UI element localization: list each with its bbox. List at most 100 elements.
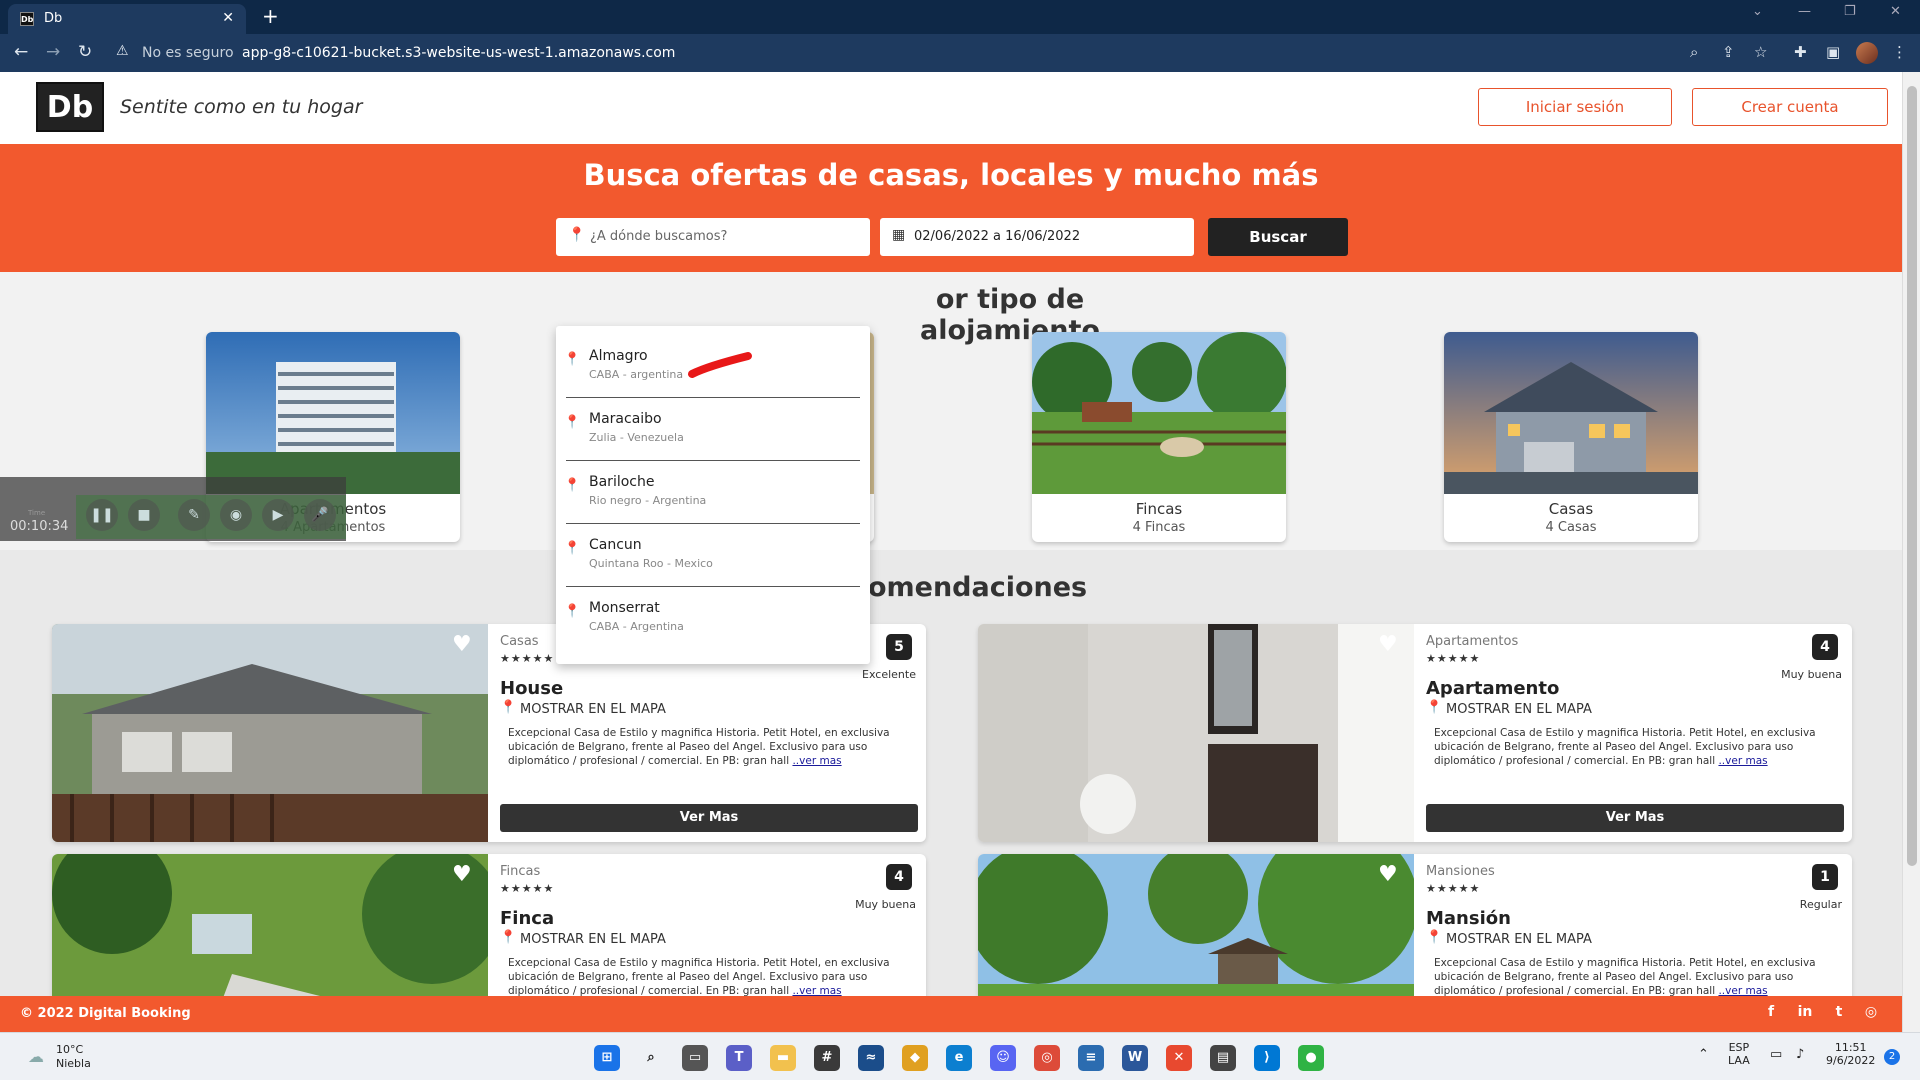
new-tab-icon[interactable]: + [262, 4, 279, 28]
notification-badge[interactable]: 2 [1884, 1049, 1900, 1065]
login-button[interactable]: Iniciar sesión [1478, 88, 1672, 126]
start-icon[interactable]: ⊞ [594, 1045, 620, 1071]
restore-icon[interactable]: ❐ [1844, 4, 1856, 19]
favorite-heart-icon[interactable]: ♥ [452, 862, 472, 887]
back-icon[interactable]: ← [14, 42, 28, 62]
camera-icon[interactable]: ◉ [220, 499, 252, 531]
weather-condition: Niebla [56, 1057, 91, 1070]
minimize-icon[interactable]: — [1798, 4, 1811, 19]
zoom-icon[interactable]: ⌕ [1690, 43, 1698, 61]
discord-icon[interactable]: ☺ [990, 1045, 1016, 1071]
file-explorer-icon[interactable]: ▬ [770, 1045, 796, 1071]
video-icon[interactable]: ▶ [262, 499, 294, 531]
show-map-link[interactable]: MOSTRAR EN EL MAPA [1446, 932, 1592, 947]
network-icon[interactable]: ▭ [1770, 1047, 1782, 1062]
tray-chevron-icon[interactable]: ⌃ [1698, 1047, 1709, 1062]
see-more-link[interactable]: ..ver mas [1718, 755, 1767, 767]
app-icon-1[interactable]: ≈ [858, 1045, 884, 1071]
rec-category: Mansiones [1426, 864, 1495, 879]
taskbar-search-icon[interactable]: ⌕ [638, 1045, 664, 1071]
clock-date: 9/6/2022 [1826, 1054, 1876, 1067]
close-tab-icon[interactable]: ✕ [222, 10, 234, 26]
teams-icon[interactable]: T [726, 1045, 752, 1071]
calculator-icon[interactable]: # [814, 1045, 840, 1071]
show-map-link[interactable]: MOSTRAR EN EL MAPA [1446, 702, 1592, 717]
category-card-fincas[interactable]: Fincas 4 Fincas [1032, 332, 1286, 542]
scrollbar-thumb[interactable] [1907, 86, 1917, 866]
url-box[interactable]: ⚠ No es seguro app-g8-c10621-bucket.s3-w… [108, 39, 1708, 67]
site-logo[interactable]: Db [36, 82, 104, 132]
app-icon-2[interactable]: ◆ [902, 1045, 928, 1071]
twitter-icon[interactable]: t [1830, 1004, 1848, 1022]
category-count: 4 Fincas [1132, 520, 1186, 535]
page-scrollbar[interactable] [1902, 72, 1920, 1032]
window-close-icon[interactable]: ✕ [1890, 4, 1901, 19]
stop-icon[interactable]: ■ [128, 499, 160, 531]
url-text[interactable]: app-g8-c10621-bucket.s3-website-us-west-… [242, 45, 675, 61]
browser-tab[interactable]: Db Db ✕ [8, 4, 246, 34]
pen-icon[interactable]: ✎ [178, 499, 210, 531]
signup-button[interactable]: Crear cuenta [1692, 88, 1888, 126]
extensions-icon[interactable]: ✚ [1794, 43, 1807, 61]
lang-secondary: LAA [1728, 1054, 1750, 1067]
location-suggestion[interactable]: 📍 Bariloche Rio negro - Argentina [556, 452, 870, 524]
search-button[interactable]: Buscar [1208, 218, 1348, 256]
location-suggestion[interactable]: 📍 Monserrat CABA - Argentina [556, 578, 870, 640]
suggestion-region: Zulia - Venezuela [589, 431, 684, 444]
linkedin-icon[interactable]: in [1796, 1004, 1814, 1022]
microphone-icon[interactable]: 🎤 [304, 499, 336, 531]
notepad-icon[interactable]: ≡ [1078, 1045, 1104, 1071]
tab-title: Db [44, 11, 63, 26]
show-map-link[interactable]: MOSTRAR EN EL MAPA [520, 932, 666, 947]
category-card-casas[interactable]: Casas 4 Casas [1444, 332, 1698, 542]
location-suggestion[interactable]: 📍 Maracaibo Zulia - Venezuela [556, 389, 870, 461]
instagram-icon[interactable]: ◎ [1862, 1004, 1880, 1022]
suggestion-city: Monserrat [589, 600, 660, 616]
see-more-button[interactable]: Ver Mas [500, 804, 918, 832]
favorite-heart-icon[interactable]: ♥ [1378, 862, 1398, 887]
app-icon-4[interactable]: ▤ [1210, 1045, 1236, 1071]
sidepanel-icon[interactable]: ▣ [1826, 43, 1840, 61]
word-icon[interactable]: W [1122, 1045, 1148, 1071]
rec-description: Excepcional Casa de Estilo y magnifica H… [508, 726, 908, 768]
task-view-icon[interactable]: ▭ [682, 1045, 708, 1071]
rec-score-badge: 5 [886, 634, 912, 660]
map-pin-icon: 📍 [500, 930, 517, 945]
rec-quality: Muy buena [855, 898, 916, 911]
bookmark-star-icon[interactable]: ☆ [1754, 43, 1767, 61]
see-more-link[interactable]: ..ver mas [792, 755, 841, 767]
date-range-input[interactable]: ▦ 02/06/2022 a 16/06/2022 [880, 218, 1194, 256]
reload-icon[interactable]: ↻ [78, 42, 92, 62]
date-range-value: 02/06/2022 a 16/06/2022 [914, 229, 1081, 244]
suggestion-region: Quintana Roo - Mexico [589, 557, 713, 570]
location-input[interactable]: 📍 ¿A dónde buscamos? [556, 218, 870, 256]
forward-icon[interactable]: → [46, 42, 60, 62]
app-icon-3[interactable]: ✕ [1166, 1045, 1192, 1071]
warning-icon: ⚠ [116, 43, 129, 59]
rec-score-badge: 4 [1812, 634, 1838, 660]
tab-search-icon[interactable]: ⌄ [1752, 4, 1763, 19]
site-header: Db Sentite como en tu hogar Iniciar sesi… [0, 72, 1902, 144]
edge-icon[interactable]: e [946, 1045, 972, 1071]
clock[interactable]: 11:51 9/6/2022 [1826, 1041, 1875, 1067]
rec-description: Excepcional Casa de Estilo y magnifica H… [1434, 956, 1834, 998]
clock-time: 11:51 [1834, 1041, 1867, 1054]
facebook-icon[interactable]: f [1762, 1004, 1780, 1022]
menu-icon[interactable]: ⋮ [1892, 43, 1907, 61]
share-icon[interactable]: ⇪ [1722, 43, 1735, 61]
language-indicator[interactable]: ESP LAA [1728, 1041, 1750, 1067]
volume-icon[interactable]: ♪ [1796, 1047, 1804, 1062]
show-map-link[interactable]: MOSTRAR EN EL MAPA [520, 702, 666, 717]
vscode-icon[interactable]: ⟩ [1254, 1045, 1280, 1071]
app-icon-5[interactable]: ● [1298, 1045, 1324, 1071]
pause-icon[interactable]: ❚❚ [86, 499, 118, 531]
rec-name: House [500, 678, 564, 699]
location-suggestion[interactable]: 📍 Cancun Quintana Roo - Mexico [556, 515, 870, 587]
favorite-heart-icon[interactable]: ♥ [1378, 632, 1398, 657]
suggestion-region: CABA - Argentina [589, 620, 684, 633]
profile-avatar[interactable] [1856, 42, 1878, 64]
favorite-heart-icon[interactable]: ♥ [452, 632, 472, 657]
category-name: Fincas [1135, 500, 1183, 518]
chrome-icon[interactable]: ◎ [1034, 1045, 1060, 1071]
see-more-button[interactable]: Ver Mas [1426, 804, 1844, 832]
